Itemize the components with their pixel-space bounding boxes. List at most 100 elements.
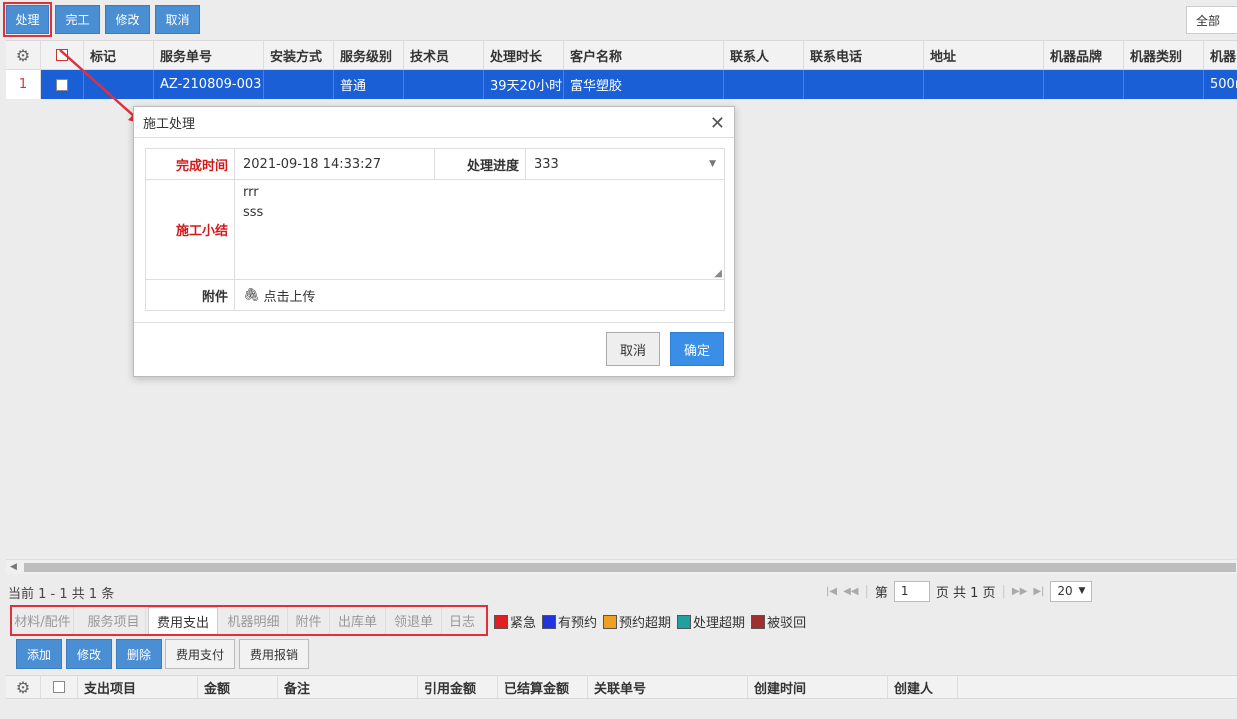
tab-machine-details[interactable]: 机器明细 <box>220 607 288 634</box>
dialog-title: 施工处理 <box>134 107 734 138</box>
legend-label: 被驳回 <box>767 616 807 631</box>
cell-install-method <box>264 70 334 99</box>
progress-label: 处理进度 <box>435 149 526 179</box>
column-header[interactable]: 机器品牌 <box>1044 41 1124 69</box>
dialog-footer <box>134 322 734 323</box>
edit-button[interactable]: 修改 <box>105 5 150 34</box>
tab-service-items[interactable]: 服务项目 <box>82 607 146 634</box>
gear-icon: ⚙ <box>15 45 31 65</box>
resize-handle-icon[interactable]: ◢ <box>714 268 722 279</box>
column-header[interactable]: 标记 <box>84 41 154 69</box>
column-header[interactable]: 关联单号 <box>588 676 748 698</box>
paperclip-icon: 🖇 <box>243 287 260 303</box>
cell-service-no: AZ-210809-003 <box>154 70 264 99</box>
legend-item: 紧急 <box>494 612 536 631</box>
chevron-down-icon: ▼ <box>1078 586 1086 596</box>
checkbox-icon <box>56 78 68 91</box>
legend-swatch <box>677 614 692 629</box>
pager-divider: | <box>1001 583 1006 599</box>
column-header[interactable]: 处理时长 <box>484 41 564 69</box>
upload-label: 点击上传 <box>263 289 316 305</box>
cell-mark <box>84 70 154 99</box>
page-size-select[interactable]: 20 ▼ <box>1050 580 1093 602</box>
delete-expense-button[interactable]: 删除 <box>116 639 162 669</box>
column-header[interactable]: 创建时间 <box>748 676 888 698</box>
select-all-checkbox[interactable] <box>41 41 84 69</box>
finish-time-label: 完成时间 <box>146 149 235 179</box>
tab-outbound[interactable]: 出库单 <box>330 607 386 634</box>
column-header[interactable]: 服务单号 <box>154 41 264 69</box>
form-row-finish: 完成时间 2021-09-18 14:33:27 处理进度 333 ▼ <box>146 149 724 180</box>
cell-contact <box>724 70 804 99</box>
horizontal-scrollbar[interactable]: ◀ <box>6 559 1237 574</box>
pager-divider: | <box>864 583 869 599</box>
column-header[interactable]: 联系电话 <box>804 41 924 69</box>
checkbox-icon <box>53 681 65 693</box>
column-header[interactable]: 机器 <box>1204 41 1237 69</box>
column-header[interactable]: 机器类别 <box>1124 41 1204 69</box>
page-prefix: 第 <box>874 585 888 601</box>
legend-item: 有预约 <box>542 612 597 631</box>
legend-label: 预约超期 <box>619 616 672 631</box>
finish-time-field[interactable]: 2021-09-18 14:33:27 <box>235 149 435 179</box>
column-settings[interactable]: ⚙ <box>6 41 41 69</box>
detail-tabs: 材料/配件 服务项目 费用支出 机器明细 附件 出库单 领退单 日志 <box>10 605 488 636</box>
cell-brand <box>1044 70 1124 99</box>
legend-swatch <box>494 614 508 629</box>
select-all-checkbox[interactable] <box>41 676 78 698</box>
next-page-icon[interactable]: ▶▶ <box>1012 586 1027 597</box>
edit-expense-button[interactable]: 修改 <box>66 639 112 669</box>
first-page-icon[interactable]: |◀ <box>826 586 837 597</box>
tab-materials[interactable]: 材料/配件 <box>12 607 74 634</box>
column-header[interactable]: 地址 <box>924 41 1044 69</box>
close-icon[interactable]: ✕ <box>710 113 725 134</box>
column-header[interactable]: 安装方式 <box>264 41 334 69</box>
legend-label: 有预约 <box>558 616 598 631</box>
tab-return[interactable]: 领退单 <box>386 607 442 634</box>
column-header[interactable]: 联系人 <box>724 41 804 69</box>
column-header[interactable]: 引用金额 <box>418 676 498 698</box>
upload-link[interactable]: 🖇 点击上传 <box>235 280 316 310</box>
tab-expenses[interactable]: 费用支出 <box>148 607 218 634</box>
table-row[interactable]: 1 AZ-210809-003 普通 39天20小时 富华塑胶 500m <box>6 70 1237 99</box>
page-input[interactable]: 1 <box>893 580 930 602</box>
column-header[interactable]: 金额 <box>198 676 278 698</box>
column-header[interactable]: 备注 <box>278 676 418 698</box>
tab-attachments[interactable]: 附件 <box>288 607 330 634</box>
process-button[interactable]: 处理 <box>3 2 52 37</box>
dialog-cancel-button[interactable]: 取消 <box>606 332 660 366</box>
grid-header: ⚙ 标记 服务单号 安装方式 服务级别 技术员 处理时长 客户名称 联系人 联系… <box>6 40 1237 70</box>
expense-reimburse-button[interactable]: 费用报销 <box>239 639 309 669</box>
last-page-icon[interactable]: ▶| <box>1033 586 1044 597</box>
column-header[interactable]: 创建人 <box>888 676 958 698</box>
scrollbar-thumb[interactable] <box>24 563 1236 572</box>
record-count: 当前 1 - 1 共 1 条 <box>8 587 115 602</box>
summary-textarea[interactable]: rrr sss <box>235 180 724 279</box>
expense-pay-button[interactable]: 费用支付 <box>165 639 235 669</box>
row-index: 1 <box>6 70 41 99</box>
progress-select[interactable]: 333 ▼ <box>526 149 724 179</box>
dialog-confirm-button[interactable]: 确定 <box>670 332 724 366</box>
page-suffix: 页 共 1 页 <box>935 585 996 601</box>
complete-button[interactable]: 完工 <box>55 5 100 34</box>
status-filter-select[interactable]: 全部 <box>1186 6 1237 34</box>
column-header[interactable]: 服务级别 <box>334 41 404 69</box>
column-settings[interactable]: ⚙ <box>6 676 41 698</box>
add-expense-button[interactable]: 添加 <box>16 639 62 669</box>
prev-page-icon[interactable]: ◀◀ <box>843 586 858 597</box>
legend-swatch <box>603 614 618 629</box>
legend-swatch <box>542 614 557 629</box>
cell-customer: 富华塑胶 <box>564 70 724 99</box>
column-header[interactable]: 客户名称 <box>564 41 724 69</box>
scroll-left-icon[interactable]: ◀ <box>10 562 17 572</box>
column-header[interactable]: 技术员 <box>404 41 484 69</box>
tab-log[interactable]: 日志 <box>442 607 482 634</box>
legend-label: 紧急 <box>510 616 537 631</box>
attachment-label: 附件 <box>146 280 235 310</box>
column-header[interactable]: 已结算金额 <box>498 676 588 698</box>
row-checkbox[interactable] <box>41 70 84 99</box>
summary-label: 施工小结 <box>146 180 235 279</box>
cell-service-level: 普通 <box>334 70 404 99</box>
cancel-button[interactable]: 取消 <box>155 5 200 34</box>
column-header[interactable]: 支出项目 <box>78 676 198 698</box>
